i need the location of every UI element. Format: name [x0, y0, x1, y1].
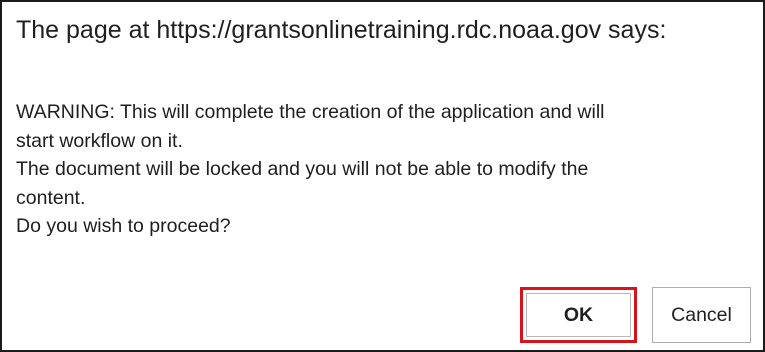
dialog-title: The page at https://grantsonlinetraining…	[16, 16, 667, 44]
message-line: The document will be locked and you will…	[16, 158, 589, 180]
alert-dialog: The page at https://grantsonlinetraining…	[0, 0, 765, 352]
dialog-message: WARNING: This will complete the creation…	[16, 98, 756, 241]
message-line: WARNING: This will complete the creation…	[16, 101, 605, 123]
message-line: Do you wish to proceed?	[16, 215, 231, 237]
message-line: start workflow on it.	[16, 129, 183, 152]
cancel-button[interactable]: Cancel	[652, 287, 751, 343]
ok-button[interactable]: OK	[520, 287, 637, 343]
ok-button-label: OK	[526, 293, 631, 337]
message-line: content.	[16, 186, 86, 209]
